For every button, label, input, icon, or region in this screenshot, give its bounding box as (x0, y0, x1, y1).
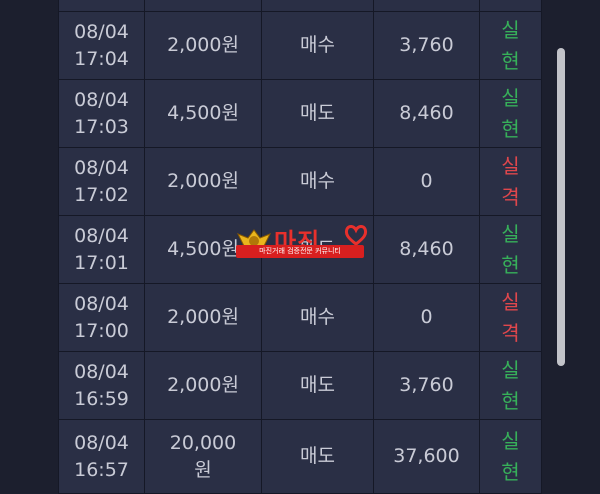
table-row[interactable]: 08/04 17:02 2,000원 매수 0 실격 (58, 147, 542, 216)
logo-tagline: 마진거래 검증전문 커뮤니티 (236, 245, 364, 258)
date-cell: 08/04 17:04 (58, 11, 145, 80)
result-cell: 실격 (479, 147, 542, 216)
watermark-logo: 마진 마진거래 검증전문 커뮤니티 (236, 224, 368, 262)
date-cell: 08/04 16:59 (58, 351, 145, 420)
table-row[interactable]: 08/04 17:00 2,000원 매수 0 실격 (58, 283, 542, 352)
table-row[interactable]: 08/04 16:57 20,000 원 매도 37,600 실현 (58, 419, 542, 494)
left-margin (0, 0, 58, 483)
type-cell: 매도 (261, 79, 374, 148)
type-cell: 매수 (261, 11, 374, 80)
result-cell: 실현 (479, 351, 542, 420)
scrollbar-thumb[interactable] (557, 48, 565, 366)
value-cell: 3,760 (373, 351, 480, 420)
amount-cell: 2,000원 (144, 351, 262, 420)
value-cell: 37,600 (373, 419, 480, 494)
amount-cell: 2,000원 (144, 147, 262, 216)
date-cell: 08/04 16:57 (58, 419, 145, 494)
type-cell: 매도 (261, 419, 374, 494)
trade-history-screen: 08/04 17:04 2,000원 매수 3,760 실현 08/04 17:03… (0, 0, 600, 494)
result-cell: 실격 (479, 283, 542, 352)
date-cell: 08/04 17:01 (58, 215, 145, 284)
amount-cell: 4,500원 (144, 79, 262, 148)
table-row[interactable]: 08/04 17:04 2,000원 매수 3,760 실현 (58, 11, 542, 80)
value-cell: 3,760 (373, 11, 480, 80)
result-cell: 실현 (479, 11, 542, 80)
table-row-partial (58, 0, 542, 12)
table-row[interactable]: 08/04 17:03 4,500원 매도 8,460 실현 (58, 79, 542, 148)
type-cell: 매수 (261, 147, 374, 216)
value-cell: 0 (373, 147, 480, 216)
right-margin (541, 0, 600, 483)
amount-cell: 2,000원 (144, 11, 262, 80)
result-cell: 실현 (479, 419, 542, 494)
heart-icon (344, 225, 368, 246)
type-cell: 매도 (261, 351, 374, 420)
type-cell: 매수 (261, 283, 374, 352)
table-row[interactable]: 08/04 16:59 2,000원 매도 3,760 실현 (58, 351, 542, 420)
result-cell: 실현 (479, 79, 542, 148)
value-cell: 8,460 (373, 215, 480, 284)
value-cell: 8,460 (373, 79, 480, 148)
date-cell: 08/04 17:02 (58, 147, 145, 216)
amount-cell: 20,000 원 (144, 419, 262, 494)
date-cell: 08/04 17:00 (58, 283, 145, 352)
value-cell: 0 (373, 283, 480, 352)
amount-cell: 2,000원 (144, 283, 262, 352)
date-cell: 08/04 17:03 (58, 79, 145, 148)
result-cell: 실현 (479, 215, 542, 284)
